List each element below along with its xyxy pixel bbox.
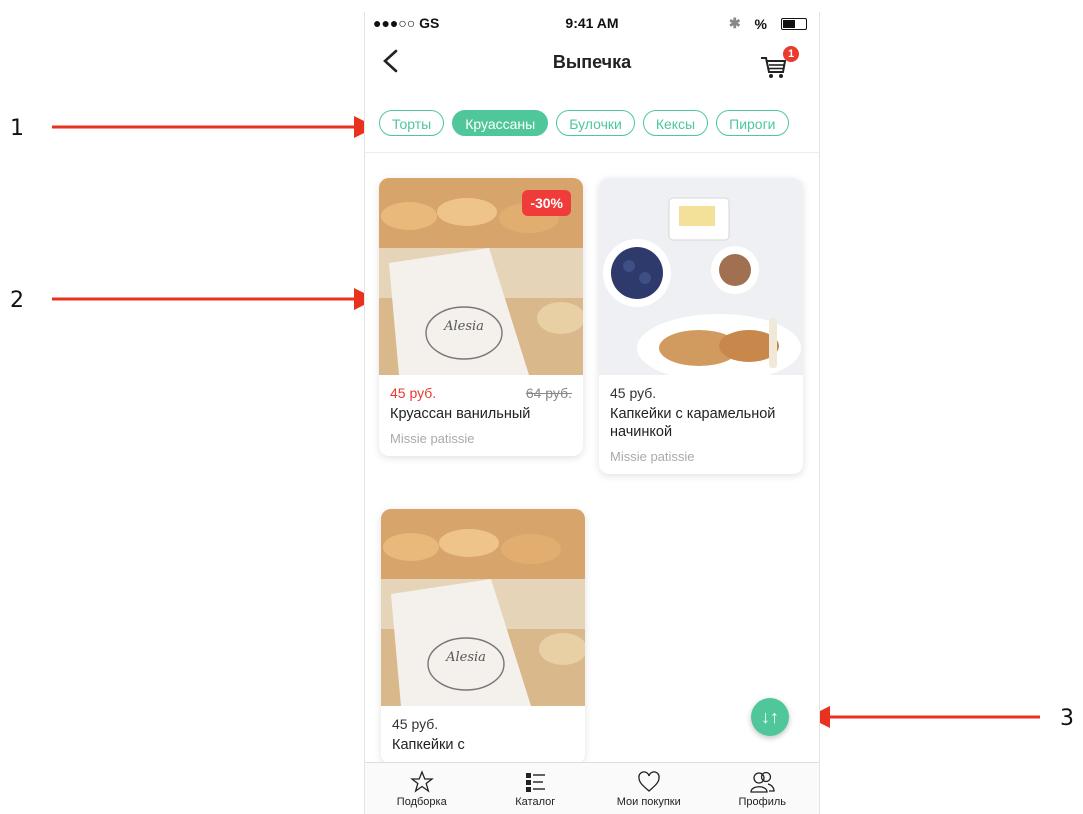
arrow-3: [808, 706, 1040, 728]
cart-badge: 1: [783, 46, 799, 62]
tab-label: Каталог: [515, 796, 556, 808]
product-card[interactable]: 45 руб. Капкейки с карамельной начинкой …: [599, 178, 803, 474]
heart-icon: [638, 771, 660, 792]
chips-divider: [365, 152, 819, 153]
tab-moi-pokupki[interactable]: Мои покупки: [592, 763, 706, 814]
bluetooth-icon: ✱: [728, 15, 741, 31]
category-chip-pirogi[interactable]: Пироги: [716, 110, 789, 136]
product-old-price: 64 руб.: [525, 385, 572, 401]
phone-screen: ●●●○○ GS 9:41 AM ✱ % Выпечка 1 Торты Кру…: [364, 12, 820, 814]
product-image: Alesia: [381, 509, 585, 706]
tab-label: Профиль: [738, 796, 787, 808]
category-filter: Торты Круассаны Булочки Кексы Пироги: [379, 110, 789, 140]
category-chip-keksy[interactable]: Кексы: [642, 110, 709, 136]
catalog-list-icon: [526, 773, 546, 792]
product-name: Капкейки с: [392, 737, 465, 753]
sort-button[interactable]: ↓↑: [751, 698, 789, 736]
svg-text:Alesia: Alesia: [445, 650, 486, 665]
product-name: Капкейки с карамельной начинкой: [610, 406, 776, 440]
sort-icon: ↓↑: [761, 707, 779, 727]
tab-profil[interactable]: Профиль: [706, 763, 820, 814]
arrow-1: [52, 116, 376, 138]
page-title: Выпечка: [552, 52, 632, 72]
tab-label: Подборка: [396, 796, 447, 808]
tab-bar: Подборка Каталог Мои покупки Профиль: [365, 762, 819, 814]
arrow-2: [52, 288, 376, 310]
product-name: Круассан ванильный: [390, 406, 531, 422]
tab-katalog[interactable]: Каталог: [479, 763, 593, 814]
product-card[interactable]: Alesia -30% 45 руб. 64 руб. Круассан ван…: [379, 178, 583, 456]
category-chip-torty[interactable]: Торты: [379, 110, 445, 136]
svg-text:Alesia: Alesia: [443, 319, 484, 334]
product-seller: Missie patissie: [390, 431, 475, 446]
star-icon: [409, 770, 434, 793]
product-card[interactable]: Alesia 45 руб. Капкейки с: [381, 509, 585, 764]
product-image: [599, 178, 803, 375]
product-price: 45 руб.: [392, 716, 439, 732]
tab-podborka[interactable]: Подборка: [365, 763, 479, 814]
tab-label: Мои покупки: [616, 796, 681, 808]
product-image: Alesia -30%: [379, 178, 583, 375]
cart-button[interactable]: 1: [759, 46, 799, 82]
product-seller: Missie patissie: [610, 449, 695, 464]
status-bar: ●●●○○ GS 9:41 AM ✱ %: [365, 12, 819, 34]
battery-percent: %: [754, 15, 767, 32]
nav-bar: Выпечка 1: [365, 40, 819, 84]
profile-users-icon: [750, 771, 775, 793]
battery-icon: [781, 17, 807, 30]
product-price: 45 руб.: [390, 385, 437, 401]
discount-badge: -30%: [522, 190, 571, 216]
product-price: 45 руб.: [610, 385, 657, 401]
category-chip-kruassany[interactable]: Круассаны: [452, 110, 549, 136]
category-chip-bulochki[interactable]: Булочки: [556, 110, 635, 136]
